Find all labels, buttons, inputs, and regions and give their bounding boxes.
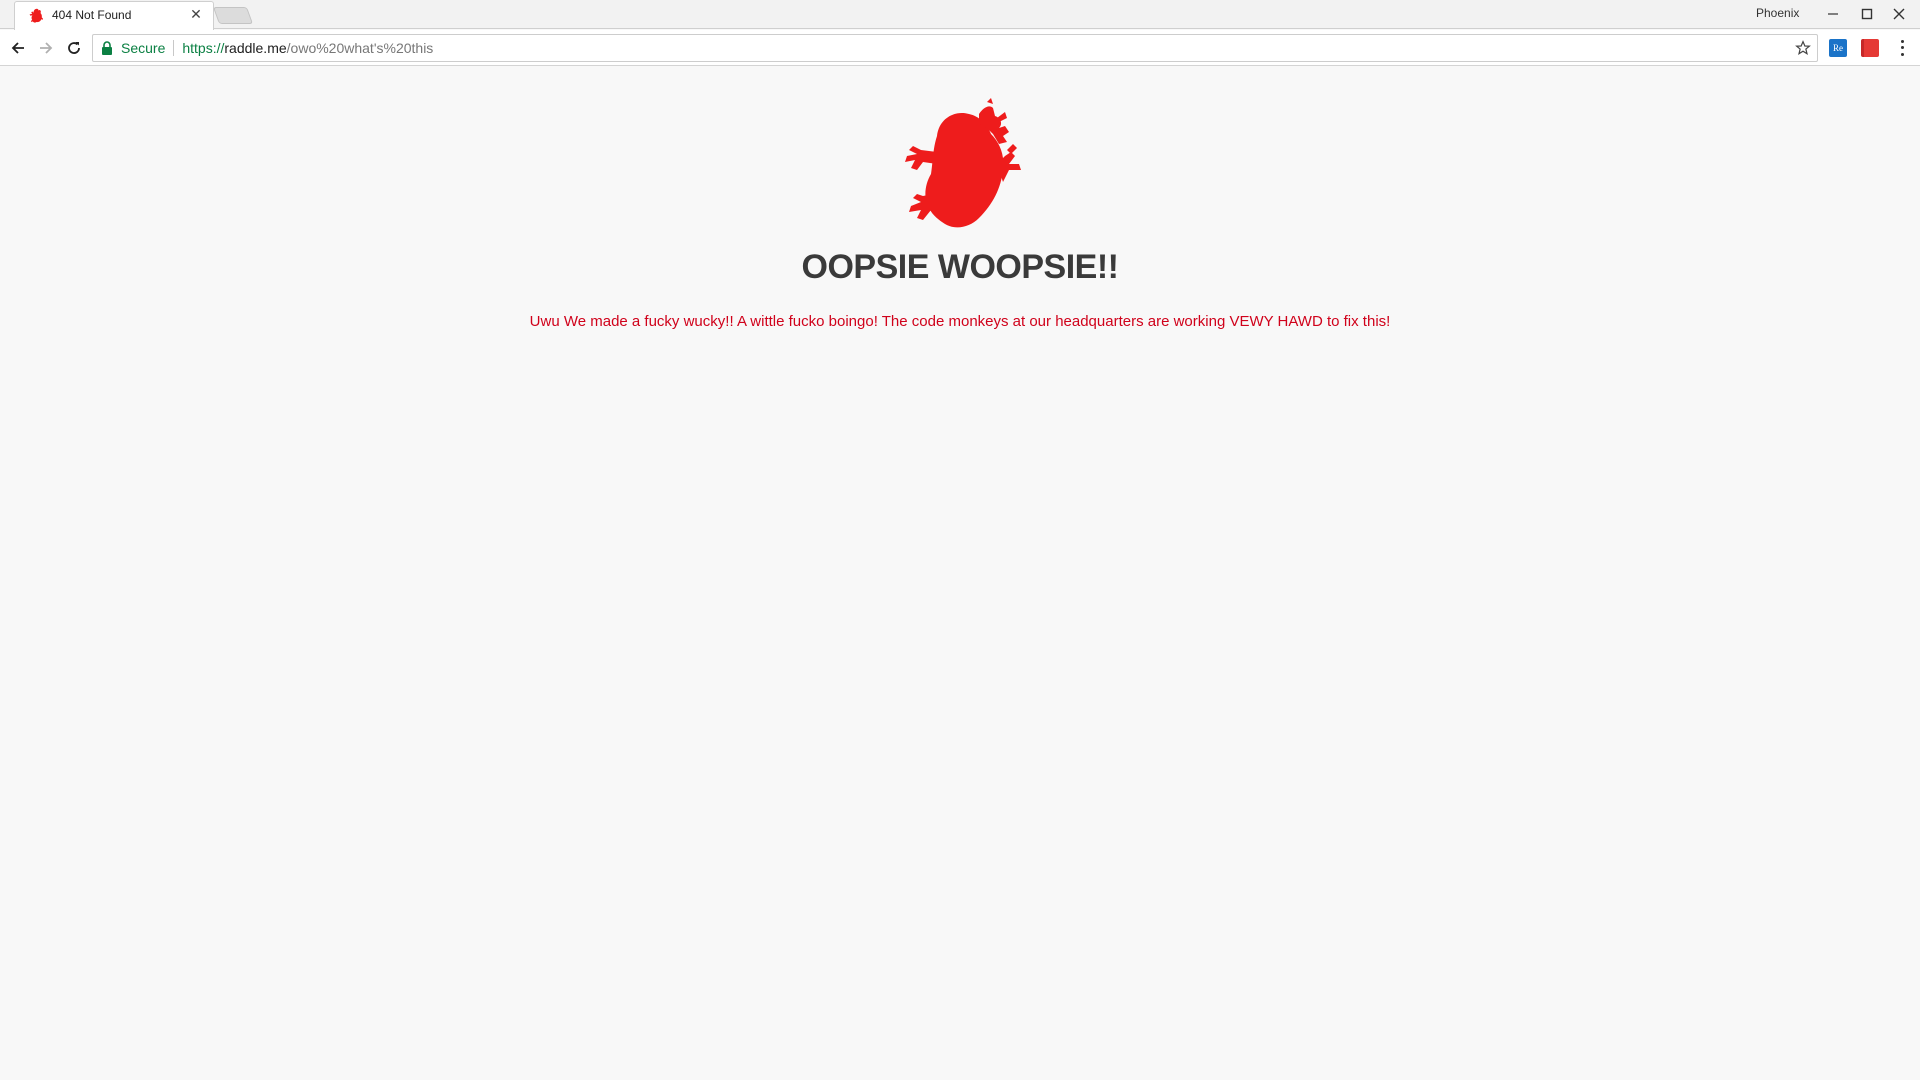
menu-dot <box>1900 53 1904 57</box>
forward-arrow-icon <box>40 42 53 54</box>
bookmark-star-icon[interactable] <box>1795 40 1811 56</box>
menu-dot <box>1900 46 1904 50</box>
omnibox-divider <box>173 40 175 56</box>
minimize-button[interactable] <box>1818 2 1848 26</box>
error-message: Uwu We made a fucky wucky!! A wittle fuc… <box>529 313 1391 330</box>
page-title: OOPSIE WOOPSIE!! <box>801 248 1119 286</box>
frog-logo-icon <box>893 98 1027 232</box>
url-host: raddle.me <box>224 40 287 56</box>
maximize-button[interactable] <box>1852 2 1882 26</box>
re-extension-icon[interactable]: Re <box>1829 39 1847 57</box>
red-extension-icon[interactable] <box>1861 39 1879 57</box>
address-bar[interactable]: Secure https://raddle.me/owo%20what's%20… <box>92 34 1818 62</box>
forward-button[interactable] <box>34 36 58 60</box>
frog-favicon-icon <box>28 7 44 23</box>
lock-icon <box>101 41 115 55</box>
tab-title: 404 Not Found <box>52 7 132 22</box>
page-content: OOPSIE WOOPSIE!! Uwu We made a fucky wuc… <box>0 67 1920 1080</box>
title-bar: 404 Not Found ✕ Phoenix <box>0 0 1920 30</box>
reload-button[interactable] <box>62 36 86 60</box>
reload-icon <box>68 42 80 54</box>
profile-name[interactable]: Phoenix <box>1756 6 1799 20</box>
close-window-button[interactable] <box>1884 2 1914 26</box>
browser-toolbar: Secure https://raddle.me/owo%20what's%20… <box>0 30 1920 66</box>
back-button[interactable] <box>6 36 30 60</box>
menu-dot <box>1900 39 1904 43</box>
url-scheme: https:// <box>182 40 225 56</box>
url-path: /owo%20what's%20this <box>286 40 434 56</box>
secure-label[interactable]: Secure <box>121 40 165 56</box>
browser-menu-icon[interactable] <box>1894 38 1910 58</box>
new-tab-button[interactable] <box>212 7 254 24</box>
back-arrow-icon <box>11 42 24 54</box>
browser-tab[interactable]: 404 Not Found ✕ <box>14 0 214 29</box>
tab-close-icon[interactable]: ✕ <box>188 6 204 23</box>
